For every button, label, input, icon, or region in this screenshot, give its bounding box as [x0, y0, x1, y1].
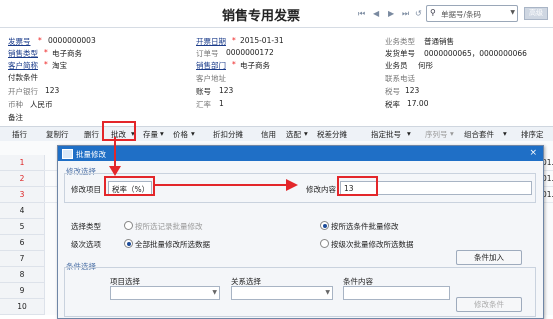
- row-number[interactable]: 6: [0, 235, 45, 251]
- invoice-no-label: 发票号: [8, 37, 31, 46]
- search-placeholder: 单据号/条码: [441, 10, 482, 19]
- line-toolbar: 插行 复制行 删行 批改 ▾ 存量 ▾ 价格 ▾ 折扣分摊 信用 选配 ▾ 税差…: [0, 126, 553, 142]
- currency-label: 币种: [8, 100, 23, 109]
- rate-label: 汇率: [196, 100, 211, 109]
- ship-no-value[interactable]: 0000000065，0000000066: [424, 48, 527, 59]
- sales-type-label: 销售类型: [8, 49, 38, 58]
- customer-value[interactable]: 淘宝: [52, 60, 67, 71]
- window-title: 销售专用发票: [222, 9, 301, 24]
- dept-value[interactable]: 电子商务: [240, 60, 270, 71]
- credit-button[interactable]: 信用: [261, 129, 276, 140]
- annotation-highlight-batch-edit: [102, 121, 136, 141]
- tax-diff-alloc-button[interactable]: 税差分摊: [317, 129, 347, 140]
- discount-alloc-button[interactable]: 折扣分摊: [213, 129, 243, 140]
- salesman-value[interactable]: 何彤: [418, 60, 433, 71]
- close-icon[interactable]: ×: [529, 148, 537, 158]
- next-record-icon[interactable]: ▶: [388, 9, 394, 18]
- divider: [0, 27, 553, 28]
- arrow-right-icon: [286, 179, 298, 191]
- dialog-app-icon: [62, 149, 73, 159]
- annotation-arrow-right: [153, 184, 287, 186]
- radio-all-levels-label[interactable]: 全部批量修改所选数据: [135, 239, 210, 250]
- copy-row-button[interactable]: 复制行: [46, 129, 69, 140]
- arrow-down-icon: [109, 166, 121, 176]
- serial-no-button[interactable]: 序列号: [425, 129, 448, 140]
- modify-content-label: 修改内容: [306, 185, 336, 194]
- account-label: 账号: [196, 87, 211, 96]
- bank-label: 开户银行: [8, 87, 38, 96]
- radio-selected-rows-label[interactable]: 按所选记录批量修改: [135, 221, 203, 232]
- dialog-title: 批量修改: [76, 150, 106, 159]
- search-icon: ⚲: [430, 8, 436, 17]
- order-no-value[interactable]: 0000000172: [226, 48, 274, 57]
- configure-button[interactable]: 选配: [286, 129, 301, 140]
- search-input[interactable]: ⚲ 单据号/条码 ▼: [426, 5, 518, 22]
- row-number[interactable]: 1: [0, 155, 45, 171]
- annotation-highlight-item: [104, 176, 155, 196]
- radio-selected-rows[interactable]: [124, 221, 133, 230]
- tax-rate-value[interactable]: 17.00: [407, 99, 428, 108]
- row-number[interactable]: 10: [0, 299, 45, 315]
- dialog-titlebar[interactable]: 批量修改 ×: [58, 146, 543, 161]
- stock-button[interactable]: 存量: [143, 129, 158, 140]
- row-number[interactable]: 5: [0, 219, 45, 235]
- tax-no-value[interactable]: 123: [405, 86, 419, 95]
- kit-button[interactable]: 组合套件: [464, 129, 494, 140]
- refresh-icon[interactable]: ↺: [415, 9, 422, 18]
- first-record-icon[interactable]: ⏮: [358, 9, 365, 19]
- delete-row-button[interactable]: 删行: [84, 129, 99, 140]
- ship-no-label: 发货单号: [385, 49, 415, 58]
- account-value[interactable]: 123: [219, 86, 233, 95]
- tax-no-label: 税号: [385, 87, 400, 96]
- pay-terms-label: 付款条件: [8, 73, 38, 82]
- row-number[interactable]: 4: [0, 203, 45, 219]
- last-record-icon[interactable]: ⏭: [402, 9, 409, 19]
- dept-label: 销售部门: [196, 61, 226, 70]
- radio-by-condition-label[interactable]: 按所选条件批量修改: [331, 221, 399, 232]
- modify-item-label: 修改项目: [71, 185, 101, 194]
- cust-addr-label: 客户地址: [196, 74, 226, 83]
- prev-record-icon[interactable]: ◀: [373, 9, 379, 18]
- salesman-label: 业务员: [385, 61, 408, 70]
- advanced-search-button[interactable]: 高级: [524, 7, 548, 20]
- contact-tel-label: 联系电话: [385, 74, 415, 83]
- biz-type-value[interactable]: 普通销售: [424, 36, 454, 47]
- batch-modify-dialog: 批量修改 × 修改选择 修改项目 税率（%） 修改内容 13 选择类型 按所选记…: [57, 145, 544, 319]
- row-number[interactable]: 2: [0, 171, 45, 187]
- cond-relation-select[interactable]: ▼: [231, 286, 333, 300]
- row-number[interactable]: 3: [0, 187, 45, 203]
- order-no-label: 订单号: [196, 49, 219, 58]
- radio-by-level-label[interactable]: 按级次批量修改所选数据: [331, 239, 414, 250]
- radio-all-levels[interactable]: [124, 239, 133, 248]
- currency-value[interactable]: 人民币: [30, 99, 53, 110]
- row-number[interactable]: 8: [0, 267, 45, 283]
- row-number[interactable]: 9: [0, 283, 45, 299]
- modify-condition-button[interactable]: 修改条件: [456, 297, 522, 312]
- biz-type-label: 业务类型: [385, 37, 415, 46]
- assign-batch-button[interactable]: 指定批号: [371, 129, 401, 140]
- tax-rate-label: 税率: [385, 100, 400, 109]
- chevron-down-icon[interactable]: ▼: [510, 9, 515, 16]
- radio-by-level[interactable]: [320, 239, 329, 248]
- add-condition-button[interactable]: 条件加入: [456, 250, 522, 265]
- date-label: 开票日期: [196, 37, 226, 46]
- sales-type-value[interactable]: 电子商务: [52, 48, 82, 59]
- select-type-label: 选择类型: [71, 222, 101, 231]
- sort-button[interactable]: 排序定: [521, 129, 544, 140]
- annotation-highlight-content: [337, 176, 378, 196]
- cond-item-select[interactable]: ▼: [110, 286, 220, 300]
- bank-value[interactable]: 123: [45, 86, 59, 95]
- insert-row-button[interactable]: 插行: [12, 129, 27, 140]
- invoice-no-value[interactable]: 0000000003: [48, 36, 96, 45]
- rate-value[interactable]: 1: [219, 99, 224, 108]
- customer-label: 客户简称: [8, 61, 38, 70]
- date-value[interactable]: 2015-01-31: [240, 36, 284, 45]
- cond-content-input[interactable]: [343, 286, 450, 300]
- remark-label: 备注: [8, 113, 23, 122]
- level-option-label: 级次选项: [71, 240, 101, 249]
- price-button[interactable]: 价格: [173, 129, 188, 140]
- row-number[interactable]: 7: [0, 251, 45, 267]
- radio-by-condition[interactable]: [320, 221, 329, 230]
